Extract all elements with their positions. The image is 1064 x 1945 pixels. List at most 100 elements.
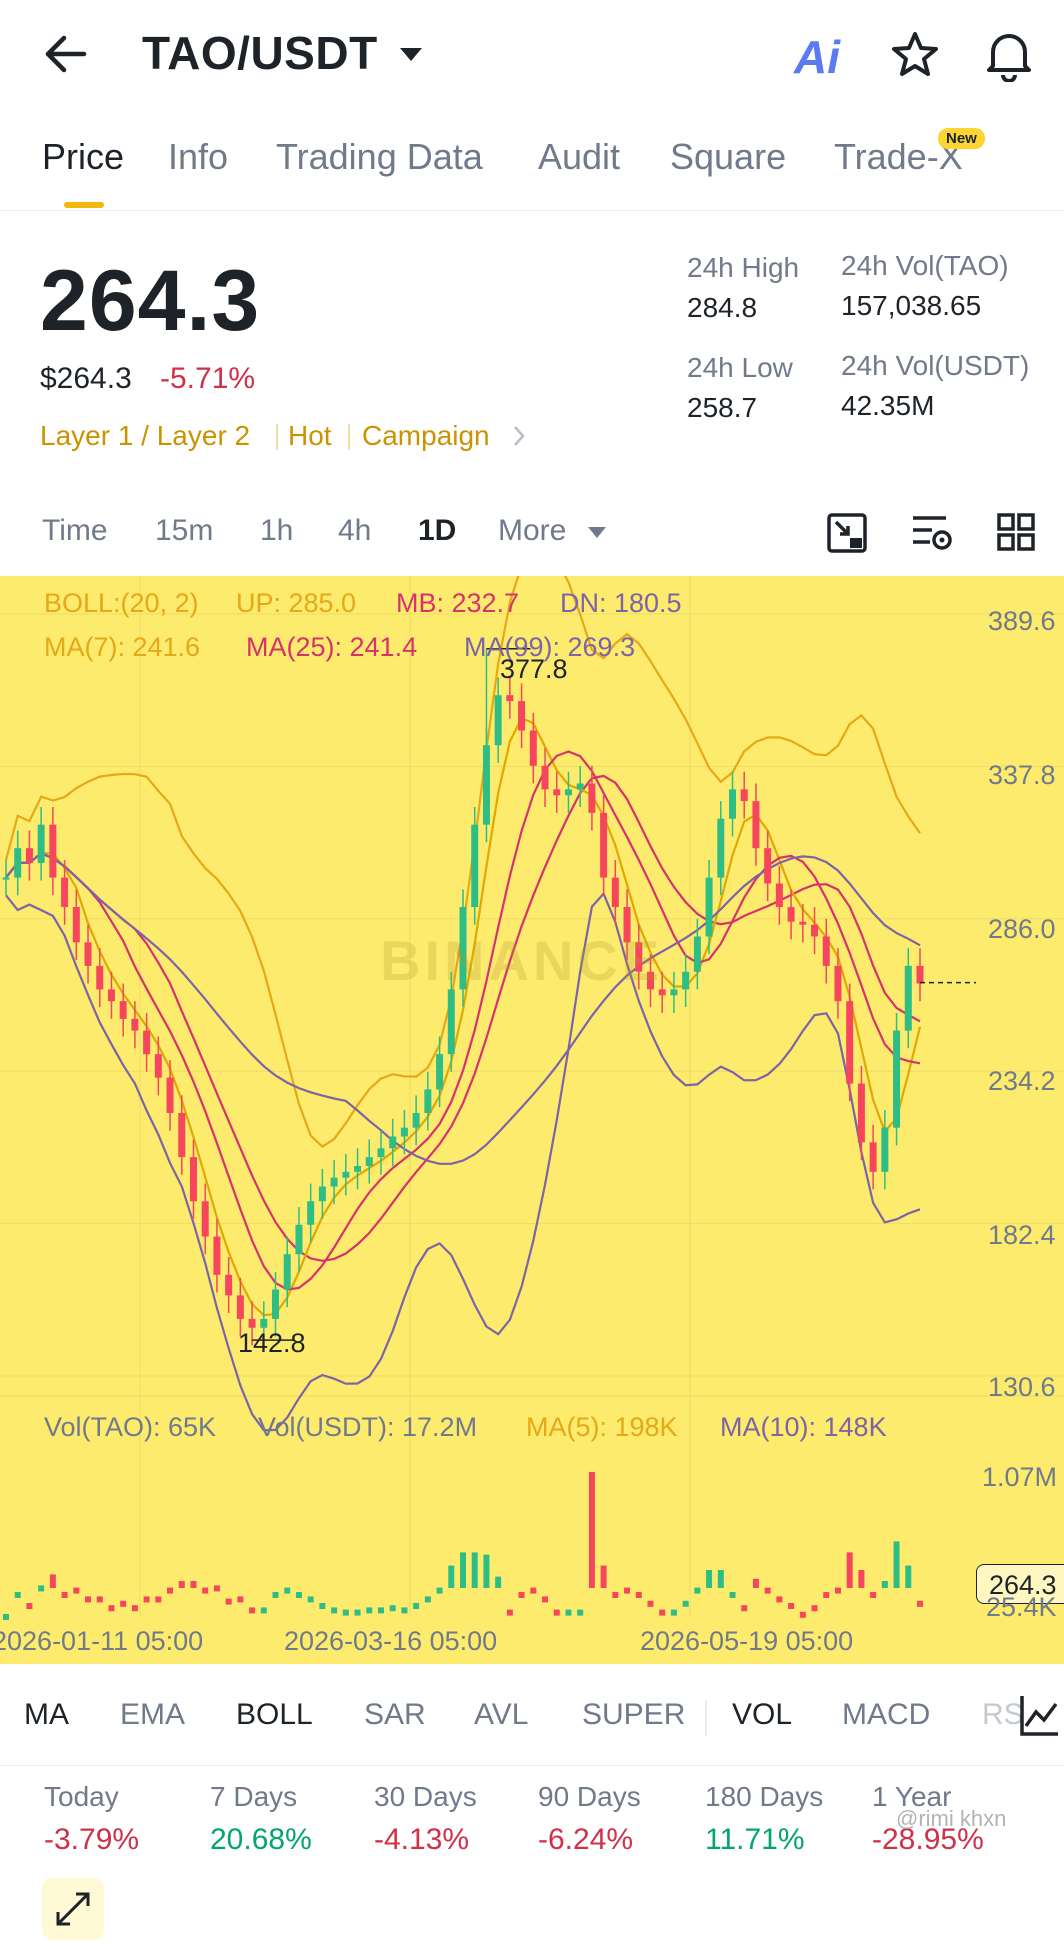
candle-body [705,877,713,937]
caret-down-icon[interactable] [587,526,607,540]
candle-body [61,877,69,908]
price-change-percent: -5.71% [160,362,256,395]
tab-price[interactable]: Price [42,136,124,178]
volume-bar [577,1609,584,1616]
volume-bar [366,1607,373,1614]
candle-body [775,883,783,908]
volume-bar [460,1552,466,1588]
indicator-tabs: MA EMA BOLL SAR AVL SUPER VOL MACD RSI [0,1680,1064,1760]
candle-body [2,877,10,880]
tab-info[interactable]: Info [168,136,228,178]
category-tag-campaign[interactable]: Campaign [362,420,490,452]
category-tag-layer[interactable]: Layer 1 / Layer 2 [40,420,250,452]
ai-assistant-icon[interactable]: Ai [794,30,840,84]
candlestick-chart[interactable]: BOLL:(20, 2) UP: 285.0 MB: 232.7 DN: 180… [0,576,1064,1940]
volume-bar [213,1585,220,1592]
timeframe-15m[interactable]: 15m [155,514,213,548]
candle-body [904,965,912,1031]
legend-boll-dn: DN: 180.5 [560,588,682,618]
tab-trading-data[interactable]: Trading Data [276,136,483,178]
indicator-chart-icon[interactable] [1018,1692,1060,1738]
vol-tao-value: 157,038.65 [841,290,982,321]
expand-chart-button[interactable] [42,1878,104,1940]
pair-title[interactable]: TAO/USDT [142,26,378,80]
category-tag-hot[interactable]: Hot [288,420,332,452]
x-tick: 2026-05-19 05:00 [640,1626,854,1656]
volume-bar [272,1592,279,1598]
legend-boll-up: UP: 285.0 [236,588,357,618]
volume-bar [190,1581,197,1588]
candle-body [576,783,584,790]
boll-middle-line [5,774,921,1262]
timeframe-1d[interactable]: 1D [418,514,456,548]
chart-settings-icon[interactable] [910,512,954,554]
candle-body [225,1274,233,1296]
candle-body [846,1001,854,1084]
volume-bar [401,1607,408,1614]
volume-bar [553,1609,560,1616]
volume-bar [225,1598,232,1605]
candle-body [14,848,22,878]
top-bar: TAO/USDT Ai [0,0,1064,112]
perf-value-180d: 11.71% [705,1823,805,1856]
volume-bar [858,1570,865,1588]
perf-value-7d: 20.68% [210,1823,312,1856]
perf-label-30d: 30 Days [374,1781,477,1812]
indicator-rsi[interactable]: RSI [982,1698,1022,1732]
indicator-super[interactable]: SUPER [582,1698,685,1732]
legend-boll: BOLL:(20, 2) [44,588,199,618]
low-value: 258.7 [687,392,758,423]
volume-bar [448,1565,455,1588]
vol-usdt-label: 24h Vol(USDT) [841,350,1030,381]
indicator-avl[interactable]: AVL [474,1698,528,1732]
volume-bar [413,1603,420,1609]
indicator-vol[interactable]: VOL [732,1698,792,1732]
candle-body [178,1112,186,1158]
tab-square[interactable]: Square [670,136,786,178]
candle-body [400,1127,408,1137]
last-price: 264.3 [40,253,261,349]
candle-body [494,695,502,746]
volume-bar [647,1600,654,1607]
indicator-sar[interactable]: SAR [364,1698,426,1732]
indicator-ma[interactable]: MA [24,1698,69,1732]
volume-bar [424,1596,431,1603]
back-arrow-icon[interactable] [44,34,88,74]
volume-bar [612,1592,619,1598]
chart-shrink-icon[interactable] [826,512,868,554]
grid-layout-icon[interactable] [996,512,1036,552]
pair-dropdown-icon[interactable] [398,46,424,64]
indicator-macd[interactable]: MACD [842,1698,930,1732]
candle-body [84,942,92,966]
timeframe-4h[interactable]: 4h [338,514,371,548]
candle-body [588,783,596,813]
tab-audit[interactable]: Audit [538,136,620,178]
volume-bar [202,1587,209,1594]
perf-label-today: Today [44,1781,119,1812]
category-divider [348,424,350,450]
candle-body [740,789,748,802]
y-tick: 130.6 [988,1372,1056,1402]
chart-canvas[interactable] [0,576,1064,1664]
chevron-right-icon[interactable] [512,424,526,448]
candle-body [49,824,57,878]
y-tick: 389.6 [988,606,1056,636]
indicator-ema[interactable]: EMA [120,1698,185,1732]
candle-body [482,745,490,825]
indicator-boll[interactable]: BOLL [236,1698,313,1732]
candle-body [834,965,842,1002]
star-favorite-icon[interactable] [890,30,940,80]
bell-notification-icon[interactable] [985,28,1033,82]
volume-bar [741,1605,748,1612]
timeframe-more[interactable]: More [498,514,566,548]
timeframe-1h[interactable]: 1h [260,514,293,548]
candle-body [447,989,455,1055]
candle-body [518,701,526,731]
candle-body [729,789,737,819]
timeframe-time[interactable]: Time [42,514,108,548]
low-marker-label: 142.8 [238,1328,306,1358]
perf-value-90d: -6.24% [538,1823,634,1856]
candle-body [822,936,830,966]
volume-bar [694,1587,701,1594]
candle-body [541,765,549,790]
